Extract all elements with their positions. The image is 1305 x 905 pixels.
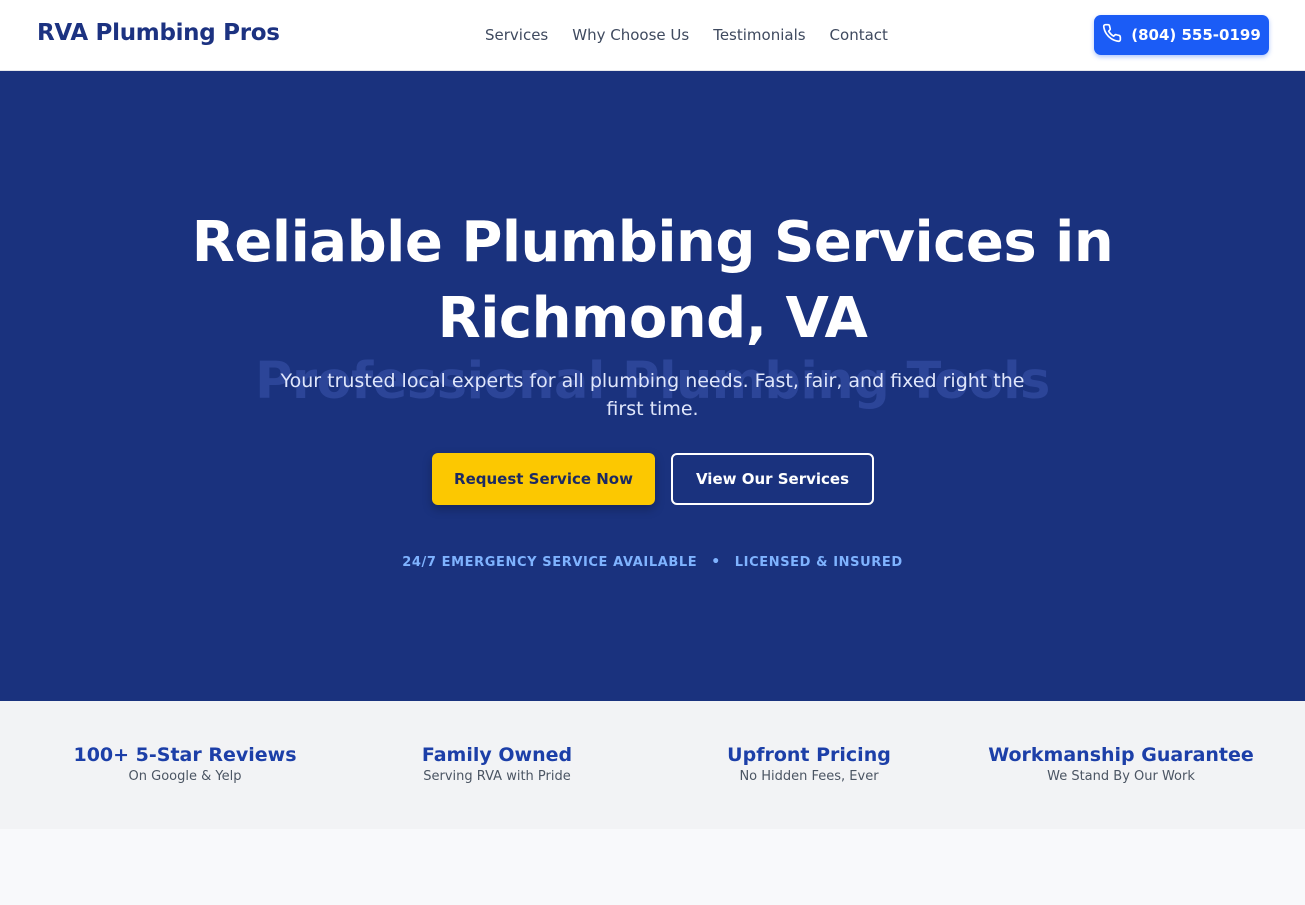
site-logo[interactable]: RVA Plumbing Pros — [37, 20, 280, 46]
feature-title: Family Owned — [421, 744, 573, 766]
feature-subtitle: We Stand By Our Work — [1047, 769, 1195, 784]
feature-subtitle: Serving RVA with Pride — [423, 769, 571, 784]
feature-family-owned: Family Owned Serving RVA with Pride — [347, 744, 647, 784]
feature-upfront-pricing: Upfront Pricing No Hidden Fees, Ever — [659, 744, 959, 784]
feature-reviews: 100+ 5-Star Reviews On Google & Yelp — [35, 744, 335, 784]
hero-subtitle: Your trusted local experts for all plumb… — [280, 370, 1025, 420]
feature-title: 100+ 5-Star Reviews — [73, 744, 297, 766]
emergency-service-badge: 24/7 EMERGENCY SERVICE AVAILABLE — [402, 554, 698, 570]
next-section-background — [0, 829, 1305, 905]
phone-icon — [1102, 23, 1122, 47]
nav-link-services[interactable]: Services — [485, 26, 548, 44]
main-nav: Services Why Choose Us Testimonials Cont… — [485, 26, 888, 44]
feature-title: Workmanship Guarantee — [988, 744, 1254, 766]
feature-workmanship-guarantee: Workmanship Guarantee We Stand By Our Wo… — [971, 744, 1271, 784]
trust-features-bar: 100+ 5-Star Reviews On Google & Yelp Fam… — [0, 701, 1305, 829]
hero-section: Professional Plumbing Tools Reliable Plu… — [0, 71, 1305, 701]
nav-link-contact[interactable]: Contact — [830, 26, 888, 44]
nav-link-testimonials[interactable]: Testimonials — [713, 26, 805, 44]
licensed-insured-badge: LICENSED & INSURED — [734, 554, 903, 570]
feature-title: Upfront Pricing — [727, 744, 891, 766]
hero-title: Reliable Plumbing Services in Richmond, … — [191, 210, 1114, 351]
phone-number-label: (804) 555-0199 — [1131, 26, 1261, 44]
view-services-button[interactable]: View Our Services — [671, 453, 874, 505]
nav-link-why-choose-us[interactable]: Why Choose Us — [572, 26, 689, 44]
feature-subtitle: No Hidden Fees, Ever — [739, 769, 879, 784]
site-header: RVA Plumbing Pros Services Why Choose Us… — [0, 0, 1305, 71]
feature-subtitle: On Google & Yelp — [128, 769, 242, 784]
call-phone-button[interactable]: (804) 555-0199 — [1094, 15, 1269, 55]
badge-separator: • — [711, 554, 721, 570]
request-service-button[interactable]: Request Service Now — [432, 453, 655, 505]
hero-badges: 24/7 EMERGENCY SERVICE AVAILABLE • LICEN… — [0, 554, 1305, 570]
